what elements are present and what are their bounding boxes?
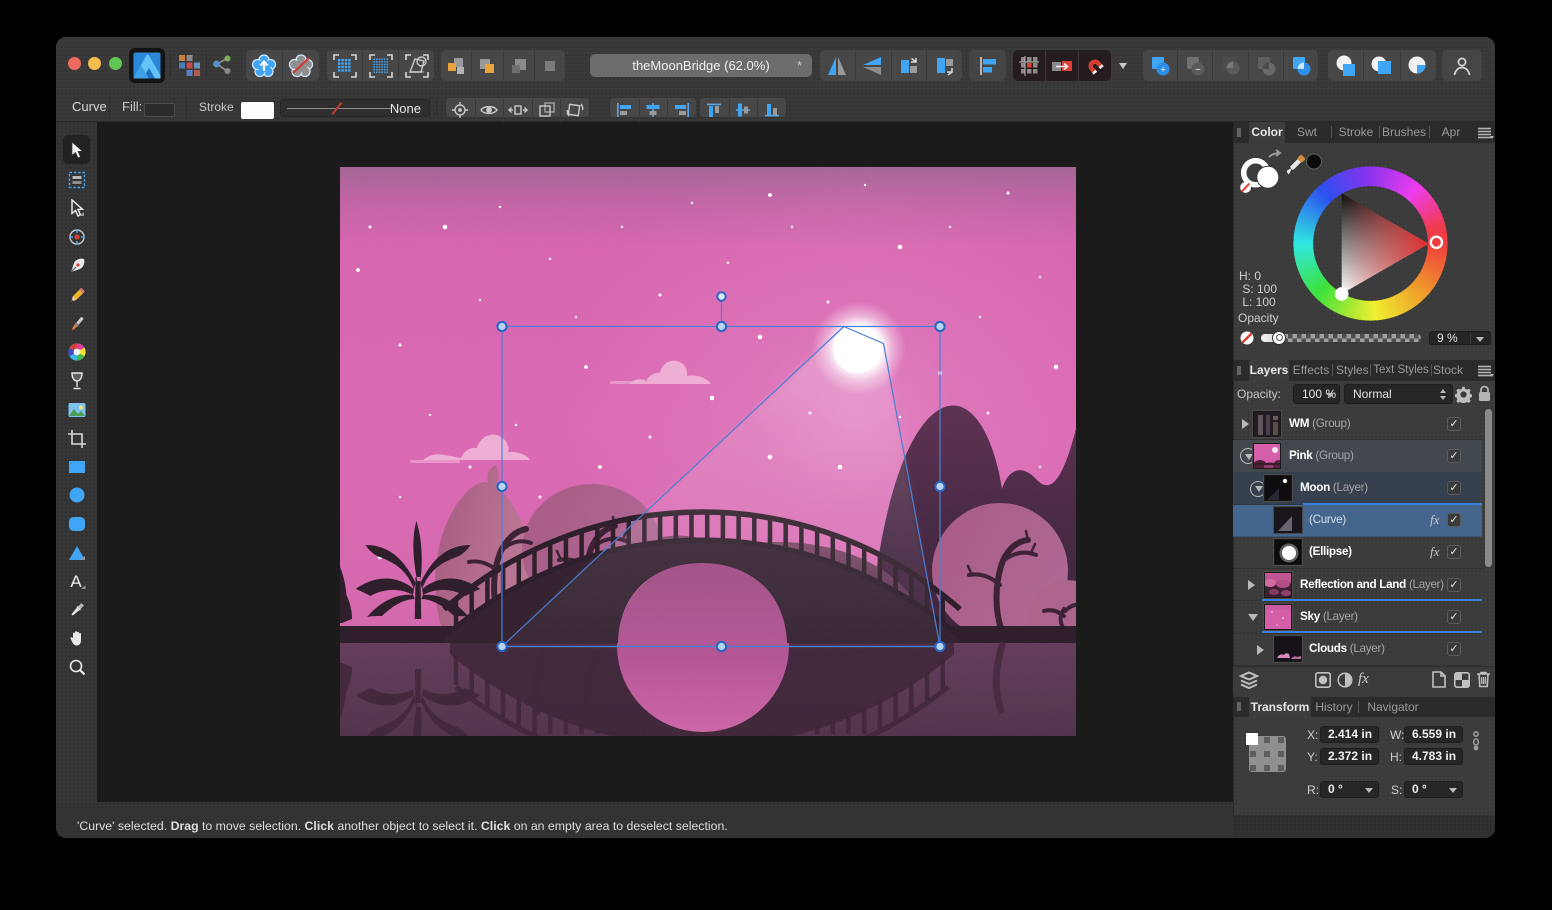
svg-text:A: A bbox=[70, 572, 82, 590]
svg-text:+: + bbox=[1160, 64, 1165, 74]
svg-text:−: − bbox=[1196, 64, 1201, 74]
